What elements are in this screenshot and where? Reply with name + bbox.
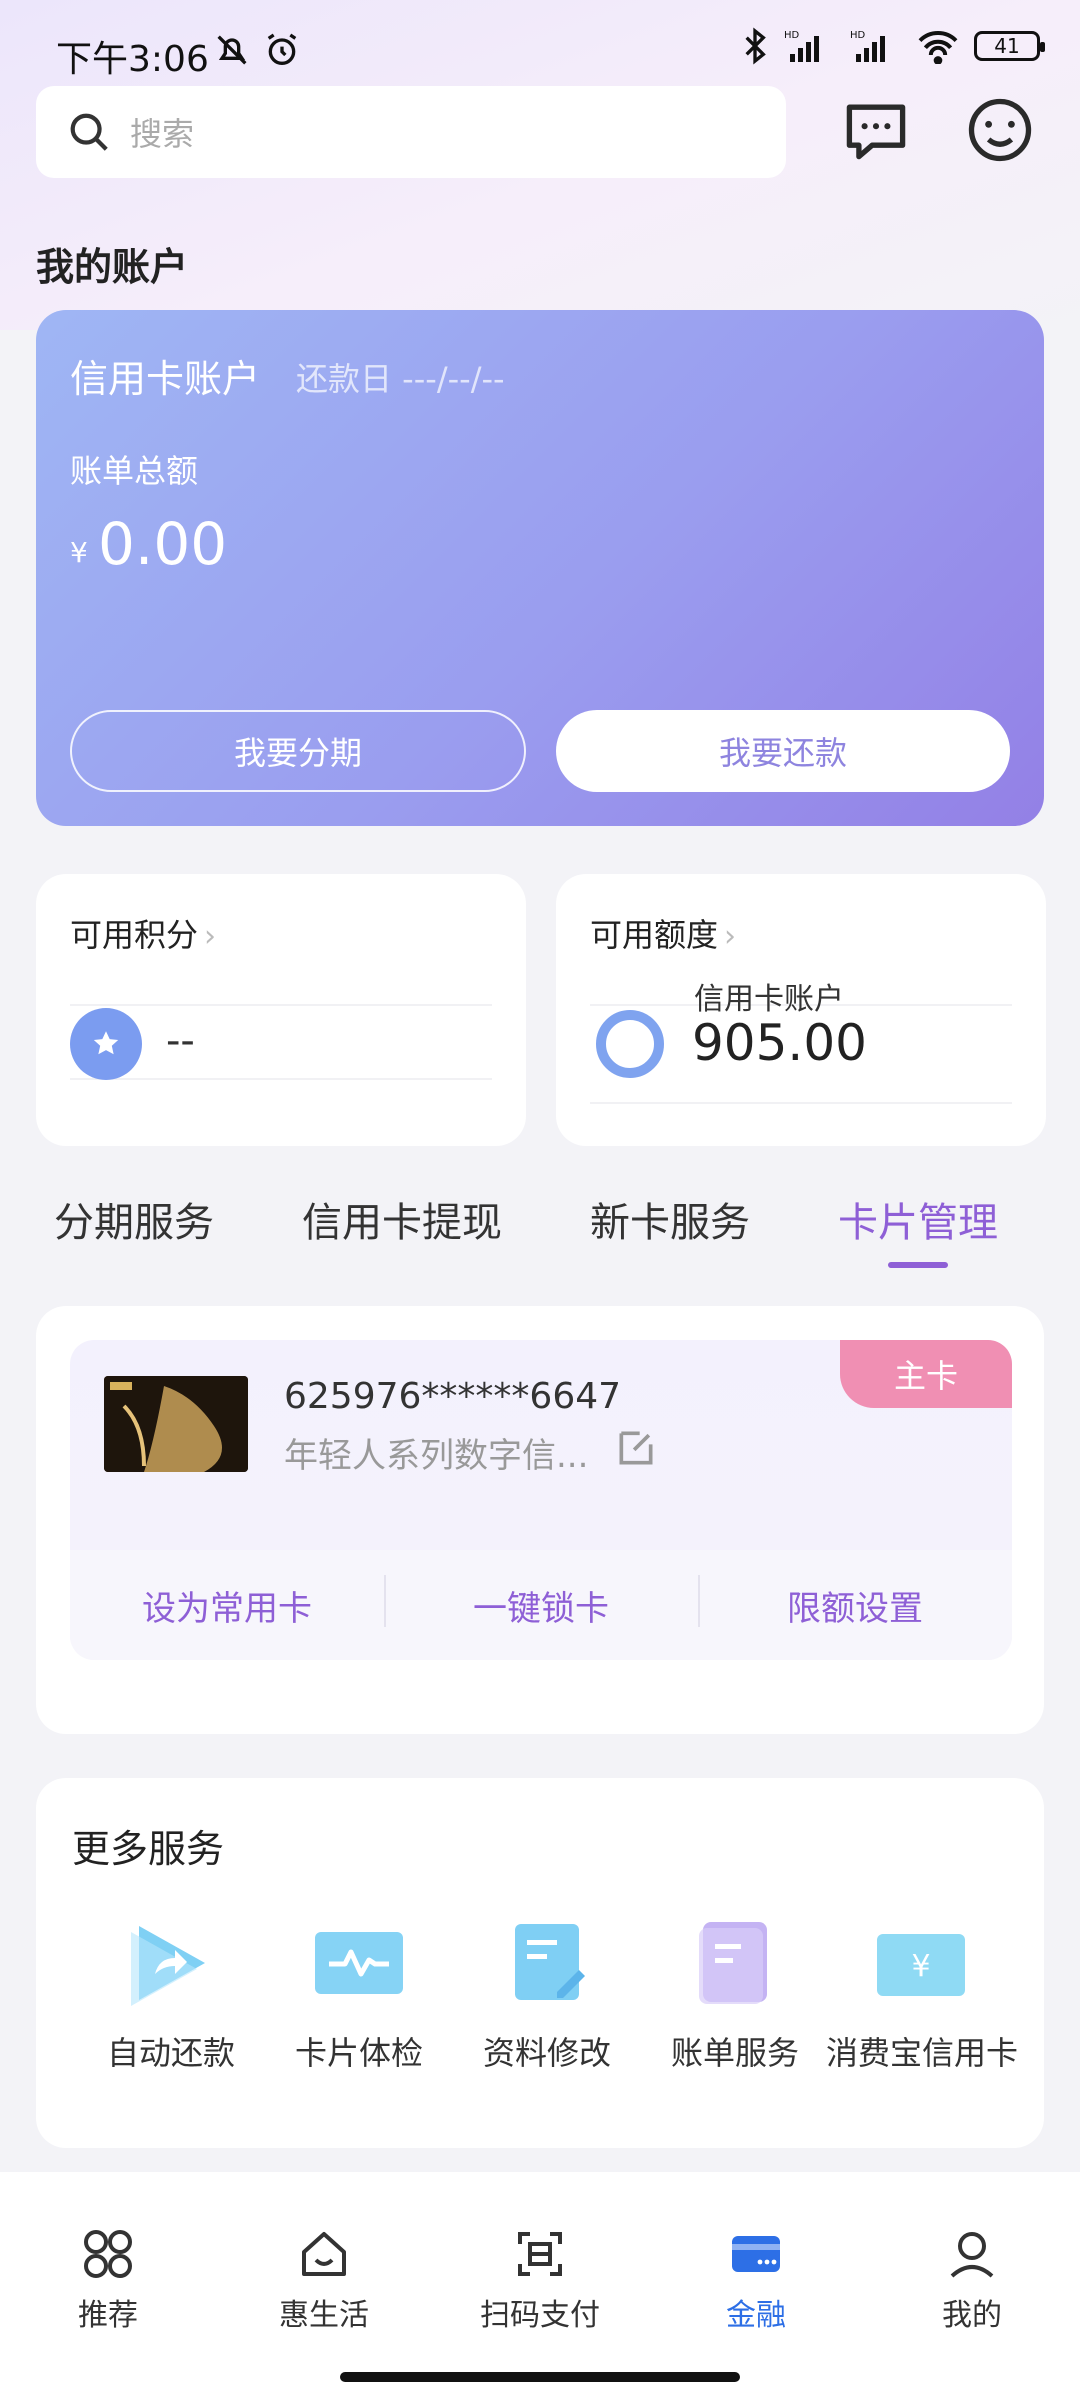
search-placeholder: 搜索: [130, 115, 195, 153]
account-section-title: 我的账户: [36, 245, 189, 289]
alarm-icon: [262, 30, 302, 74]
card-management-panel: 625976******6647 年轻人系列数字信... 主卡 设为常用卡 一键…: [36, 1306, 1044, 1734]
svg-text:¥: ¥: [911, 1949, 930, 1984]
limit-value: 905.00: [692, 1014, 867, 1072]
recommend-icon: [80, 2226, 136, 2282]
card-thumbnail: [104, 1376, 248, 1472]
points-title: 可用积分: [70, 916, 199, 954]
due-date: 还款日 ---/--/--: [296, 360, 505, 398]
chevron-right-icon: ›: [724, 919, 737, 954]
mute-icon: [212, 30, 252, 79]
home-icon: [296, 2226, 352, 2282]
more-services-panel: 更多服务 自动还款 卡片体检 资料修改 账单服务 ¥ 消费宝信用卡: [36, 1778, 1044, 2148]
signal-icon-2: HD: [850, 30, 885, 62]
card-number: 625976******6647: [284, 1376, 622, 1417]
limit-settings-button[interactable]: 限额设置: [698, 1574, 1012, 1630]
service-yen-card[interactable]: ¥ 消费宝信用卡: [826, 1918, 1019, 2074]
signal-icon: HD: [784, 30, 819, 62]
service-edit-info[interactable]: 资料修改: [452, 1918, 642, 2074]
service-label: 资料修改: [482, 2034, 611, 2072]
primary-card-badge: 主卡: [840, 1340, 1012, 1408]
credit-account-card[interactable]: 信用卡账户 还款日 ---/--/-- 账单总额 ¥ 0.00 我要分期 我要还…: [36, 310, 1044, 826]
ring-icon: [594, 1008, 666, 1084]
service-card-checkup[interactable]: 卡片体检: [264, 1918, 454, 2074]
nav-scan-pay[interactable]: 扫码支付: [440, 2226, 640, 2334]
card-actions: 设为常用卡 一键锁卡 限额设置: [70, 1550, 1012, 1660]
more-services-title: 更多服务: [72, 1827, 225, 1871]
battery-indicator: 41: [974, 31, 1045, 61]
card-title: 信用卡账户: [70, 357, 261, 401]
limit-title: 可用额度: [590, 916, 719, 954]
tab-indicator: [888, 1262, 948, 1268]
divider: [590, 1102, 1012, 1104]
yen-card-icon: ¥: [871, 1918, 971, 2008]
search-icon: [70, 113, 108, 151]
service-bill[interactable]: 账单服务: [640, 1918, 830, 2074]
customer-service-icon[interactable]: [962, 92, 1038, 168]
nav-recommend[interactable]: 推荐: [8, 2226, 208, 2334]
limit-sub: 信用卡账户: [694, 982, 844, 1017]
nav-label: 金融: [726, 2298, 786, 2333]
tab-card-management[interactable]: 卡片管理: [838, 1190, 998, 1248]
edit-info-icon: [497, 1918, 597, 2008]
currency-symbol: ¥: [70, 536, 88, 569]
service-label: 卡片体检: [294, 2034, 423, 2072]
tab-new-card[interactable]: 新卡服务: [590, 1190, 750, 1248]
card-checkup-icon: [309, 1918, 409, 2008]
divider: [70, 1078, 492, 1080]
service-auto-repay[interactable]: 自动还款: [76, 1918, 266, 2074]
nav-label: 我的: [942, 2298, 1002, 2333]
service-label: 账单服务: [670, 2034, 799, 2072]
edit-icon[interactable]: [614, 1426, 658, 1474]
divider: [70, 1004, 492, 1006]
nav-label: 惠生活: [279, 2298, 369, 2333]
card-item[interactable]: 625976******6647 年轻人系列数字信... 主卡 设为常用卡 一键…: [70, 1340, 1012, 1660]
svg-text:HD: HD: [850, 30, 866, 41]
bill-service-icon: [685, 1918, 785, 2008]
finance-card-icon: [728, 2226, 784, 2282]
bottom-nav: 推荐 惠生活 扫码支付 金融 我的: [0, 2172, 1080, 2400]
installment-button[interactable]: 我要分期: [70, 710, 526, 792]
service-tabs: 分期服务 信用卡提现 新卡服务 卡片管理: [0, 1190, 1080, 1270]
svg-text:HD: HD: [784, 30, 800, 41]
repay-button[interactable]: 我要还款: [556, 710, 1010, 792]
limit-card[interactable]: 可用额度 › 信用卡账户 905.00: [556, 874, 1046, 1146]
auto-repay-icon: [121, 1918, 221, 2008]
user-icon: [944, 2226, 1000, 2282]
status-time: 下午3:06: [56, 39, 209, 80]
tab-cash-advance[interactable]: 信用卡提现: [302, 1190, 502, 1248]
nav-life[interactable]: 惠生活: [224, 2226, 424, 2334]
bill-label: 账单总额: [70, 452, 199, 490]
service-label: 自动还款: [106, 2034, 235, 2072]
message-icon[interactable]: [838, 92, 914, 168]
lock-card-button[interactable]: 一键锁卡: [384, 1574, 698, 1630]
tab-installment[interactable]: 分期服务: [54, 1190, 214, 1248]
bluetooth-icon: [745, 27, 766, 65]
points-value: --: [166, 1018, 195, 1064]
card-name: 年轻人系列数字信...: [284, 1436, 589, 1476]
points-card[interactable]: 可用积分 › --: [36, 874, 526, 1146]
chevron-right-icon: ›: [204, 919, 217, 954]
home-indicator[interactable]: [340, 2372, 740, 2382]
wifi-icon: [918, 31, 958, 64]
nav-finance[interactable]: 金融: [656, 2226, 856, 2334]
star-icon: [70, 1008, 142, 1080]
scan-icon: [512, 2226, 568, 2282]
status-bar: 下午3:06 HD HD 41: [0, 0, 1080, 80]
bill-amount: 0.00: [98, 510, 228, 578]
nav-label: 推荐: [78, 2298, 138, 2333]
nav-label: 扫码支付: [480, 2298, 600, 2333]
search-bar[interactable]: 搜索: [36, 86, 786, 178]
nav-mine[interactable]: 我的: [872, 2226, 1072, 2334]
service-label: 消费宝信用卡: [826, 2034, 1019, 2072]
set-default-card-button[interactable]: 设为常用卡: [70, 1581, 384, 1630]
